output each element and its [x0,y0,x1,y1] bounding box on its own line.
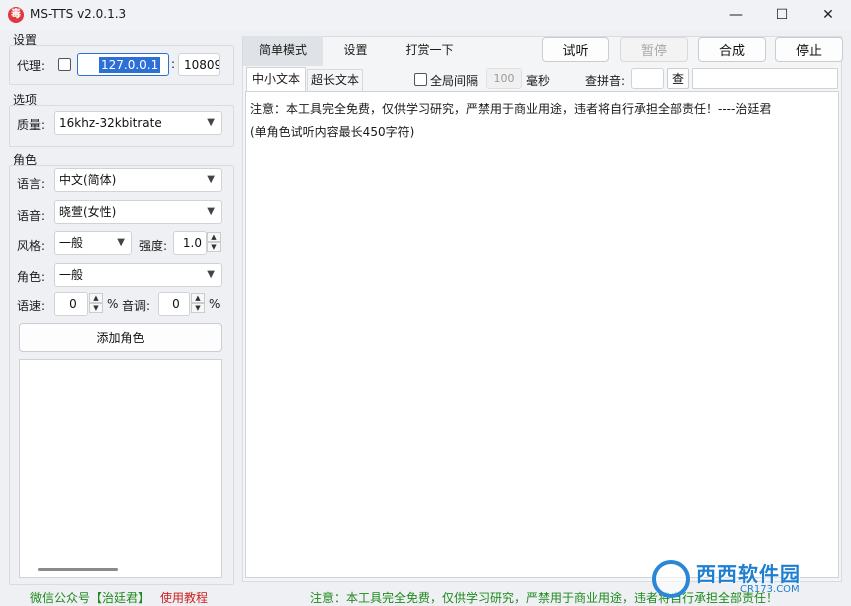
editor-line-1: 注意：本工具完全免费，仅供学习研究，严禁用于商业用途，违者将自行承担全部责任！-… [250,102,772,116]
maximize-icon[interactable]: ☐ [759,0,805,30]
proxy-checkbox[interactable] [58,58,71,71]
add-role-button[interactable]: 添加角色 [19,323,222,352]
chevron-down-icon: ▼ [207,117,215,128]
speed-value: 0 [69,297,77,311]
chevron-down-icon: ▼ [117,237,125,248]
minimize-icon[interactable]: — [713,0,759,30]
global-interval-input[interactable]: 100 [486,68,522,89]
intensity-value: 1.0 [182,236,202,250]
preview-button[interactable]: 试听 [542,37,609,62]
global-interval-value: 100 [493,72,515,85]
close-icon[interactable]: ✕ [805,0,851,30]
pinyin-label: 查拼音: [585,74,626,88]
footer-notice: 注意：本工具完全免费，仅供学习研究，严禁用于商业用途，违者将自行承担全部责任！ [310,591,779,605]
text-editor[interactable]: 注意：本工具完全免费，仅供学习研究，严禁用于商业用途，违者将自行承担全部责任！-… [245,91,839,578]
role-list[interactable] [19,359,222,578]
global-interval-label: 全局间隔 [430,74,479,88]
pitch-input[interactable]: 0 [158,292,190,316]
proxy-port-input[interactable]: 10809 [178,53,220,76]
voice-select[interactable]: 晓萱(女性) ▼ [54,200,222,224]
stepper-up-icon[interactable]: ▲ [89,293,103,303]
pitch-label: 音调: [122,299,151,313]
stepper-up-icon[interactable]: ▲ [191,293,205,303]
role-label: 角色: [17,270,46,284]
speed-stepper[interactable]: ▲ ▼ [89,293,103,313]
voice-value: 晓萱(女性) [59,205,117,219]
quality-label: 质量: [17,118,46,132]
app-logo-icon: 毒 [8,7,24,23]
role-list-scrollbar[interactable] [38,568,118,571]
language-label: 语言: [17,177,46,191]
pinyin-input[interactable] [631,68,664,89]
voice-label: 语音: [17,209,46,223]
pinyin-result-field[interactable] [692,68,838,89]
speed-input[interactable]: 0 [54,292,88,316]
role-value: 一般 [59,268,84,282]
tab-long-text[interactable]: 超长文本 [307,69,363,91]
language-value: 中文(简体) [59,173,117,187]
style-label: 风格: [17,239,46,253]
stepper-down-icon[interactable]: ▼ [207,242,221,252]
chevron-down-icon: ▼ [207,206,215,217]
pinyin-search-button[interactable]: 查 [667,68,689,89]
stepper-up-icon[interactable]: ▲ [207,232,221,242]
window-title: MS-TTS v2.0.1.3 [30,7,127,21]
quality-select[interactable]: 16khz-32kbitrate ▼ [54,111,222,135]
proxy-label: 代理: [17,59,46,73]
intensity-label: 强度: [139,239,168,253]
proxy-host-selection: 127.0.0.1 [99,57,161,73]
role-select[interactable]: 一般 ▼ [54,263,222,287]
proxy-port-value: 10809 [184,58,219,72]
proxy-host-input[interactable]: 127.0.0.1 [77,53,169,76]
synthesize-button[interactable]: 合成 [698,37,766,62]
chevron-down-icon: ▼ [207,174,215,185]
global-interval-unit: 毫秒 [526,74,551,88]
pitch-percent: % [209,297,221,311]
stepper-down-icon[interactable]: ▼ [191,303,205,313]
chevron-down-icon: ▼ [207,269,215,280]
pitch-value: 0 [172,297,180,311]
pause-button[interactable]: 暂停 [620,37,688,62]
proxy-colon: : [171,57,176,71]
speed-label: 语速: [17,299,46,313]
style-select[interactable]: 一般 ▼ [54,231,132,255]
editor-line-2: (单角色试听内容最长450字符) [250,125,415,139]
tutorial-link[interactable]: 使用教程 [160,589,208,606]
tab-donate[interactable]: 打赏一下 [392,36,467,66]
intensity-input[interactable]: 1.0 [173,231,207,255]
tab-simple-mode[interactable]: 简单模式 [243,36,323,66]
intensity-stepper[interactable]: ▲ ▼ [207,232,221,252]
global-interval-checkbox[interactable] [414,73,427,86]
tab-settings[interactable]: 设置 [328,36,383,66]
language-select[interactable]: 中文(简体) ▼ [54,168,222,192]
stepper-down-icon[interactable]: ▼ [89,303,103,313]
stop-button[interactable]: 停止 [775,37,843,62]
quality-value: 16khz-32kbitrate [59,116,162,130]
tab-short-text[interactable]: 中小文本 [246,67,306,91]
wechat-link[interactable]: 微信公众号【治廷君】 [30,589,150,606]
pitch-stepper[interactable]: ▲ ▼ [191,293,205,313]
speed-percent: % [107,297,119,311]
